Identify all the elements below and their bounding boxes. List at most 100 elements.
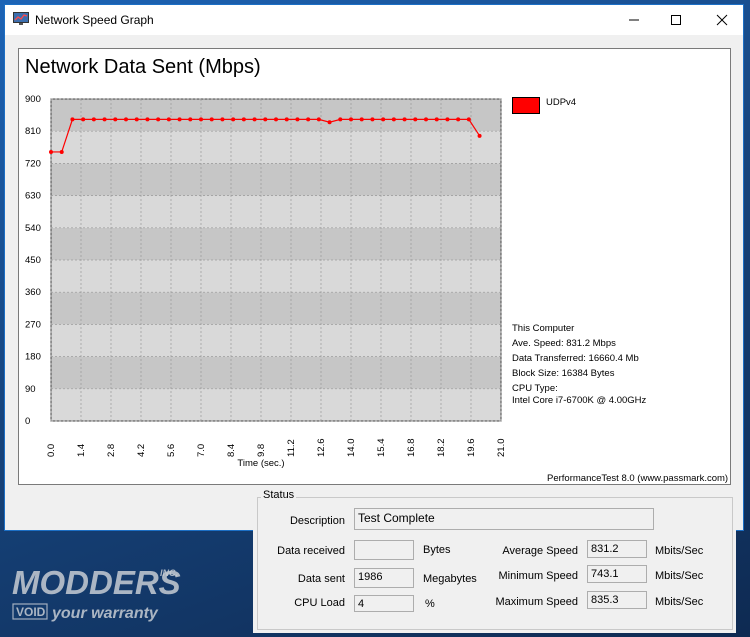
window-title: Network Speed Graph [35, 13, 154, 27]
logo-void: VOID [16, 605, 46, 619]
plot-band [51, 99, 501, 132]
maximize-button[interactable] [653, 5, 699, 35]
monitor-app-icon [13, 12, 29, 25]
y-tick-label: 810 [25, 126, 41, 137]
plot-band [51, 163, 501, 196]
minimum-speed-unit: Mbits/Sec [655, 570, 704, 582]
x-tick-label: 5.6 [166, 444, 177, 457]
maximize-icon [671, 15, 681, 25]
data-point [424, 117, 428, 122]
data-point [456, 117, 461, 122]
x-tick-label: 9.8 [256, 444, 267, 457]
maximum-speed-field: 835.3 [587, 591, 647, 609]
data-point [338, 117, 343, 122]
data-point [381, 117, 386, 122]
y-tick-label: 270 [25, 319, 41, 330]
x-tick-label: 2.8 [106, 444, 117, 457]
minimum-speed-field: 743.1 [587, 565, 647, 583]
data-point [327, 120, 332, 125]
title-bar[interactable]: Network Speed Graph [5, 5, 743, 35]
data-point [145, 117, 150, 122]
maximum-speed-label: Maximum Speed [495, 596, 578, 608]
data-point [391, 117, 396, 122]
close-icon [716, 14, 728, 26]
x-tick-label: 19.6 [466, 439, 477, 458]
plot-band [51, 227, 501, 260]
plot-band [51, 260, 501, 293]
data-point [209, 117, 214, 122]
logo-modders: MODDERS [12, 564, 181, 601]
minimize-button[interactable] [611, 5, 657, 35]
data-point [91, 117, 96, 122]
data-point [81, 117, 86, 122]
close-button[interactable] [699, 5, 745, 35]
info-block-size: Block Size: 16384 Bytes [512, 368, 615, 379]
data-point [274, 117, 278, 122]
data-point [59, 149, 64, 154]
data-sent-field: 1986 [354, 568, 414, 588]
graph-panel: Network Data Sent (Mbps) 900 810 720 630 540… [18, 48, 731, 485]
y-tick-label: 630 [25, 191, 41, 202]
plot-band [51, 195, 501, 228]
data-sent-unit: Megabytes [423, 573, 477, 585]
logo-inc: INC. [160, 568, 178, 578]
data-point [434, 117, 439, 122]
data-point [220, 117, 225, 122]
x-tick-label: 11.2 [286, 439, 297, 457]
data-point [306, 117, 311, 122]
description-label: Description [289, 515, 345, 527]
data-point [263, 117, 268, 122]
data-point [477, 133, 482, 138]
data-point [241, 117, 246, 122]
data-point [124, 117, 128, 122]
description-field: Test Complete [354, 508, 654, 530]
average-speed-field: 831.2 [587, 540, 647, 558]
data-point [284, 117, 289, 122]
y-tick-label: 0 [25, 416, 30, 427]
data-point [466, 117, 471, 122]
y-tick-label: 450 [25, 255, 41, 266]
data-point [413, 117, 418, 122]
minimum-speed-label: Minimum Speed [498, 570, 578, 582]
data-point [188, 117, 193, 122]
data-point [231, 117, 236, 122]
cpu-load-field: 4 [354, 595, 414, 612]
x-tick-label: 15.4 [376, 439, 387, 458]
data-sent-label: Data sent [297, 573, 345, 585]
plot-band [51, 356, 501, 389]
average-speed-unit: Mbits/Sec [655, 545, 704, 557]
info-cpu-type-label: CPU Type: [512, 383, 558, 394]
data-received-field [354, 540, 414, 560]
y-tick-label: 720 [25, 158, 41, 169]
info-cpu-type-value: Intel Core i7-6700K @ 4.00GHz [512, 395, 647, 406]
data-point [402, 117, 407, 122]
x-tick-label: 7.0 [196, 444, 207, 457]
data-point [349, 117, 353, 122]
info-data-transferred: Data Transferred: 16660.4 Mb [512, 353, 639, 364]
info-ave-speed: Ave. Speed: 831.2 Mbps [512, 338, 616, 349]
x-tick-label: 21.0 [496, 439, 507, 458]
info-computer: This Computer [512, 323, 575, 334]
legend-swatch [512, 97, 540, 114]
data-point [177, 117, 182, 122]
data-point [199, 117, 203, 122]
legend-label: UDPv4 [546, 97, 577, 108]
x-tick-label: 18.2 [436, 439, 447, 458]
data-point [295, 117, 300, 122]
credit-text: PerformanceTest 8.0 (www.passmark.com) [547, 473, 729, 484]
x-tick-label: 16.8 [406, 439, 417, 458]
data-point [252, 117, 257, 122]
x-tick-label: 0.0 [46, 444, 57, 457]
plot-band [51, 388, 501, 421]
data-point [70, 117, 75, 122]
cpu-load-label: CPU Load [294, 597, 345, 609]
minimize-icon [629, 19, 639, 21]
x-tick-label: 4.2 [136, 444, 147, 457]
data-point [102, 117, 107, 122]
data-point [134, 117, 139, 122]
status-panel: Status Description Test Complete Data re… [253, 489, 736, 633]
data-received-label: Data received [277, 545, 345, 557]
x-axis-label: Time (sec.) [237, 458, 284, 469]
logo-your-warranty: your warranty [51, 605, 159, 622]
y-tick-label: 90 [25, 384, 36, 395]
